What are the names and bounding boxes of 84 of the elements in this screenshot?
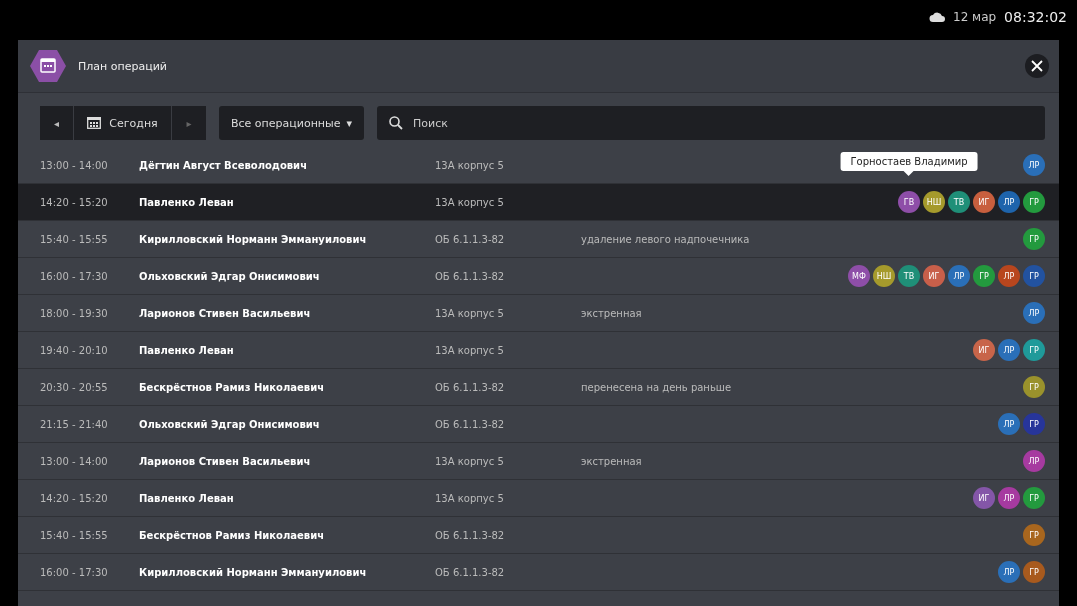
time-cell-text: 13:00 - 14:00	[40, 455, 109, 467]
initials-avatar[interactable]: НШ	[923, 191, 945, 213]
time-cell-text: 19:40 - 20:10	[40, 344, 109, 356]
cloud-icon	[929, 12, 945, 22]
patient-name: Ольховский Эдгар Онисимович	[139, 418, 321, 430]
initials-avatar[interactable]: ГР	[1023, 339, 1045, 361]
initials-avatar[interactable]: ТВ	[898, 265, 920, 287]
patient-name: Павленко Леван	[139, 196, 235, 208]
location-cell-text: ОБ 6.1.1.3-82	[435, 566, 506, 578]
initials-avatar[interactable]: ГР	[1023, 524, 1045, 546]
time-cell-text: 14:20 - 15:20	[40, 196, 109, 208]
initials-avatar[interactable]: ГР	[973, 265, 995, 287]
patient-name: Дёгтин Август Всеволодович	[139, 159, 308, 171]
initials-avatar[interactable]: МФ	[848, 265, 870, 287]
search-icon	[389, 116, 403, 130]
window-title: План операций	[78, 59, 168, 73]
initials-avatar[interactable]: ГР	[1023, 561, 1045, 583]
time-cell-text: 15:40 - 15:55	[40, 529, 109, 541]
time-cell-text: 13:00 - 14:00	[40, 159, 109, 171]
location-cell-text: 13А корпус 5	[435, 307, 505, 319]
patient-name: Павленко Леван	[139, 492, 235, 504]
location-cell-text: 13А корпус 5	[435, 455, 505, 467]
patient-name: Ларионов Стивен Васильевич	[139, 455, 312, 467]
location-cell-text: 13А корпус 5	[435, 344, 505, 356]
patient-name: Кирилловский Норманн Эммануилович	[139, 233, 368, 245]
clock: 08:32:02	[1004, 9, 1067, 25]
location-cell-text: 13А корпус 5	[435, 159, 505, 171]
note-cell-text: экстренная	[581, 455, 643, 467]
initials-avatar[interactable]: НШ	[873, 265, 895, 287]
initials-avatar[interactable]: ИГ	[973, 487, 995, 509]
table-row[interactable]: 14:20 - 15:20 Павленко Леван 13А корпус 5 ГВ НШ ТВ ИГ ЛР ГР	[18, 184, 1059, 221]
time-cell-text: 18:00 - 19:30	[40, 307, 109, 319]
initials-avatar[interactable]: ГР	[1023, 487, 1045, 509]
initials-avatar[interactable]: ЛР	[998, 265, 1020, 287]
initials-avatar[interactable]: ИГ	[973, 339, 995, 361]
patient-name: Ольховский Эдгар Онисимович	[139, 270, 321, 282]
initials-avatar[interactable]: ТВ	[948, 191, 970, 213]
initials-avatar[interactable]: ЛР	[998, 487, 1020, 509]
search-field[interactable]: Поиск	[377, 106, 1045, 140]
close-icon	[1031, 60, 1043, 72]
time-cell-text: 16:00 - 17:30	[40, 566, 109, 578]
initials-avatar[interactable]: ИГ	[973, 191, 995, 213]
patient-name: Павленко Леван	[139, 344, 235, 356]
location-cell-text: ОБ 6.1.1.3-82	[435, 529, 506, 541]
initials-avatar[interactable]: ЛР	[1023, 450, 1045, 472]
initials-avatar[interactable]: ЛР	[998, 339, 1020, 361]
close-button[interactable]	[1025, 54, 1049, 78]
note-cell-text: перенесена на день раньше	[581, 381, 733, 393]
location-cell-text: ОБ 6.1.1.3-82	[435, 418, 506, 430]
initials-avatar[interactable]: ГР	[1023, 413, 1045, 435]
initials-avatar[interactable]: ЛР	[1023, 302, 1045, 324]
time-cell-text: 14:20 - 15:20	[40, 492, 109, 504]
initials-avatar[interactable]: ЛР	[1023, 154, 1045, 176]
initials-avatar[interactable]: ГР	[1023, 376, 1045, 398]
initials-avatar[interactable]: ГР	[1023, 191, 1045, 213]
date: 12 мар	[953, 10, 997, 24]
note-cell-text: экстренная	[581, 307, 643, 319]
initials-avatar[interactable]: ЛР	[948, 265, 970, 287]
time-cell-text: 20:30 - 20:55	[40, 381, 109, 393]
initials-avatar[interactable]: ЛР	[998, 191, 1020, 213]
calendar-icon	[87, 117, 102, 129]
initials-avatar[interactable]: ЛР	[998, 413, 1020, 435]
time-cell-text: 16:00 - 17:30	[40, 270, 109, 282]
patient-name: Бескрёстнов Рамиз Николаевич	[139, 381, 325, 393]
patient-name: Кирилловский Норманн Эммануилович	[139, 566, 368, 578]
location-cell-text: ОБ 6.1.1.3-82	[435, 233, 506, 245]
note-cell-text: удаление левого надпочечника	[581, 233, 751, 245]
time-cell-text: 15:40 - 15:55	[40, 233, 109, 245]
filter-dropdown[interactable]: Все операционные ▾	[219, 106, 364, 140]
location-cell-text: 13А корпус 5	[435, 196, 505, 208]
patient-name: Бескрёстнов Рамиз Николаевич	[139, 529, 325, 541]
time-cell-text: 21:15 - 21:40	[40, 418, 109, 430]
calendar-icon	[30, 49, 66, 83]
initials-avatar[interactable]: ГР	[1023, 265, 1045, 287]
initials-avatar[interactable]: ЛР	[998, 561, 1020, 583]
location-cell-text: 13А корпус 5	[435, 492, 505, 504]
patient-name: Ларионов Стивен Васильевич	[139, 307, 312, 319]
initials-avatar[interactable]: ГР	[1023, 228, 1045, 250]
initials-avatar[interactable]: ИГ	[923, 265, 945, 287]
initials-avatar[interactable]: ГВ	[898, 191, 920, 213]
tooltip: Горностаев Владимир	[840, 152, 978, 176]
previous-button[interactable]: ◂	[40, 106, 74, 140]
location-cell-text: ОБ 6.1.1.3-82	[435, 381, 506, 393]
location-cell-text: ОБ 6.1.1.3-82	[435, 270, 506, 282]
